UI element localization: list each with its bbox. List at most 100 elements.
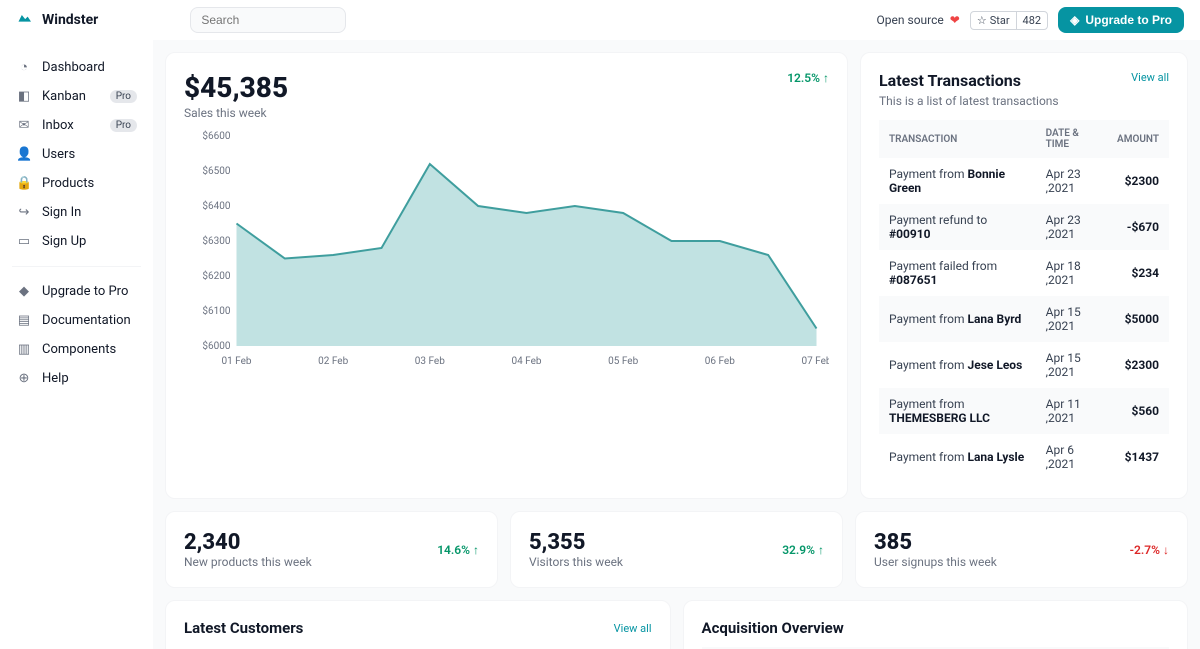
svg-text:$6300: $6300: [202, 234, 230, 247]
tx-date: Apr 23 ,2021: [1036, 158, 1107, 204]
tx-date: Apr 15 ,2021: [1036, 342, 1107, 388]
sidebar-item-upgrade-to-pro[interactable]: ◆ Upgrade to Pro: [8, 277, 145, 306]
transactions-subtitle: This is a list of latest transactions: [879, 94, 1059, 108]
sidebar-item-label: Help: [42, 371, 69, 386]
svg-text:$6200: $6200: [202, 269, 230, 282]
logo-icon: [16, 10, 36, 30]
tx-desc: Payment from Lana Byrd: [879, 296, 1036, 342]
list-item[interactable]: Neil Simsemail@windster.com$320: [184, 643, 652, 649]
table-row[interactable]: Payment failed from #087651Apr 18 ,2021$…: [879, 250, 1169, 296]
sidebar-item-dashboard[interactable]: ◔ Dashboard: [8, 52, 145, 82]
sidebar-item-label: Sign Up: [42, 234, 86, 249]
brand-text: Windster: [42, 12, 98, 28]
customers-title: Latest Customers: [184, 619, 303, 637]
svg-text:$6000: $6000: [202, 339, 230, 352]
svg-text:01 Feb: 01 Feb: [221, 356, 251, 367]
nav-icon: ▭: [16, 234, 32, 249]
nav-icon: ◧: [16, 89, 32, 104]
search-input[interactable]: [190, 7, 346, 33]
svg-text:$6600: $6600: [202, 129, 230, 142]
table-row[interactable]: Payment from Lana LysleApr 6 ,2021$1437: [879, 434, 1169, 480]
sidebar-item-products[interactable]: 🔒Products: [8, 169, 145, 198]
table-header: AMOUNT: [1107, 120, 1169, 158]
nav-icon: 🔒: [16, 176, 32, 191]
nav-icon: ↪: [16, 205, 32, 220]
sidebar-item-components[interactable]: ▥ Components: [8, 335, 145, 364]
sidebar-item-label: Users: [42, 147, 75, 162]
svg-text:07 Feb: 07 Feb: [801, 356, 829, 367]
tx-amount: $560: [1107, 388, 1169, 434]
table-row[interactable]: Payment from Lana ByrdApr 15 ,2021$5000: [879, 296, 1169, 342]
nav-icon: ✉: [16, 118, 32, 133]
sidebar-item-kanban[interactable]: ◧KanbanPro: [8, 82, 145, 111]
tx-desc: Payment from Bonnie Green: [879, 158, 1036, 204]
svg-text:02 Feb: 02 Feb: [318, 356, 348, 367]
sidebar-item-label: Upgrade to Pro: [42, 284, 128, 299]
transactions-card: Latest Transactions This is a list of la…: [860, 52, 1188, 499]
sales-delta: 12.5% ↑: [787, 71, 829, 85]
tx-date: Apr 23 ,2021: [1036, 204, 1107, 250]
table-row[interactable]: Payment from Jese LeosApr 15 ,2021$2300: [879, 342, 1169, 388]
nav-icon: ◔: [16, 59, 32, 75]
tx-amount: $2300: [1107, 158, 1169, 204]
github-star-button[interactable]: ☆Star 482: [970, 11, 1048, 30]
tx-desc: Payment refund to #00910: [879, 204, 1036, 250]
sidebar-item-label: Documentation: [42, 313, 131, 328]
svg-text:$6500: $6500: [202, 164, 230, 177]
sales-amount: $45,385: [184, 71, 288, 104]
tx-desc: Payment from Lana Lysle: [879, 434, 1036, 480]
stat-delta: 32.9% ↑: [782, 543, 824, 557]
sales-label: Sales this week: [184, 106, 288, 120]
customers-viewall[interactable]: View all: [614, 622, 652, 635]
nav-icon: ⊕: [16, 371, 32, 386]
svg-text:04 Feb: 04 Feb: [511, 356, 541, 367]
table-header: TRANSACTION: [879, 120, 1036, 158]
svg-text:06 Feb: 06 Feb: [705, 356, 735, 367]
stat-delta: 14.6% ↑: [437, 543, 479, 557]
svg-text:05 Feb: 05 Feb: [608, 356, 638, 367]
sidebar-item-label: Dashboard: [42, 60, 105, 75]
table-row[interactable]: Payment from THEMESBERG LLCApr 11 ,2021$…: [879, 388, 1169, 434]
nav-icon: ◆: [16, 284, 32, 299]
opensource-text: Open source: [877, 13, 944, 27]
sidebar-item-sign-up[interactable]: ▭ Sign Up: [8, 227, 145, 256]
upgrade-button[interactable]: ◈ Upgrade to Pro: [1058, 7, 1184, 33]
tx-desc: Payment from Jese Leos: [879, 342, 1036, 388]
stat-value: 2,340: [184, 530, 312, 555]
sales-chart-card: $45,385 Sales this week 12.5% ↑ $6000$61…: [165, 52, 848, 499]
upgrade-label: Upgrade to Pro: [1085, 13, 1172, 27]
brand[interactable]: Windster: [16, 10, 98, 30]
opensource-link[interactable]: Open source ❤: [877, 13, 960, 27]
tx-date: Apr 15 ,2021: [1036, 296, 1107, 342]
sidebar-item-users[interactable]: 👤 Users: [8, 140, 145, 169]
svg-text:03 Feb: 03 Feb: [415, 356, 445, 367]
stat-card: 5,355Visitors this week32.9% ↑: [510, 511, 843, 588]
stat-label: Visitors this week: [529, 555, 623, 569]
sidebar-item-label: Sign In: [42, 205, 81, 220]
table-row[interactable]: Payment from Bonnie GreenApr 23 ,2021$23…: [879, 158, 1169, 204]
table-row[interactable]: Payment refund to #00910Apr 23 ,2021-$67…: [879, 204, 1169, 250]
nav-icon: 👤: [16, 147, 32, 162]
acquisition-card: Acquisition Overview TOP CHANNELSUSERS O…: [683, 600, 1189, 649]
star-count: 482: [1016, 12, 1048, 29]
acquisition-title: Acquisition Overview: [702, 619, 1170, 637]
sidebar-item-label: Components: [42, 342, 116, 357]
sidebar-item-help[interactable]: ⊕ Help: [8, 364, 145, 393]
nav-icon: ▥: [16, 342, 32, 357]
sidebar: ◔ Dashboard ◧KanbanPro✉InboxPro 👤 Users 🔒Prod…: [0, 40, 153, 649]
tx-amount: $234: [1107, 250, 1169, 296]
tx-date: Apr 6 ,2021: [1036, 434, 1107, 480]
star-label: Star: [990, 14, 1010, 27]
tx-amount: $1437: [1107, 434, 1169, 480]
pro-badge: Pro: [110, 90, 137, 103]
gem-icon: ◈: [1070, 13, 1079, 27]
pro-badge: Pro: [110, 119, 137, 132]
tx-amount: -$670: [1107, 204, 1169, 250]
tx-desc: Payment failed from #087651: [879, 250, 1036, 296]
sidebar-item-documentation[interactable]: ▤Documentation: [8, 306, 145, 335]
sidebar-item-sign-in[interactable]: ↪ Sign In: [8, 198, 145, 227]
stat-label: New products this week: [184, 555, 312, 569]
heart-icon: ❤: [950, 13, 960, 27]
sidebar-item-inbox[interactable]: ✉InboxPro: [8, 111, 145, 140]
transactions-viewall[interactable]: View all: [1131, 71, 1169, 84]
